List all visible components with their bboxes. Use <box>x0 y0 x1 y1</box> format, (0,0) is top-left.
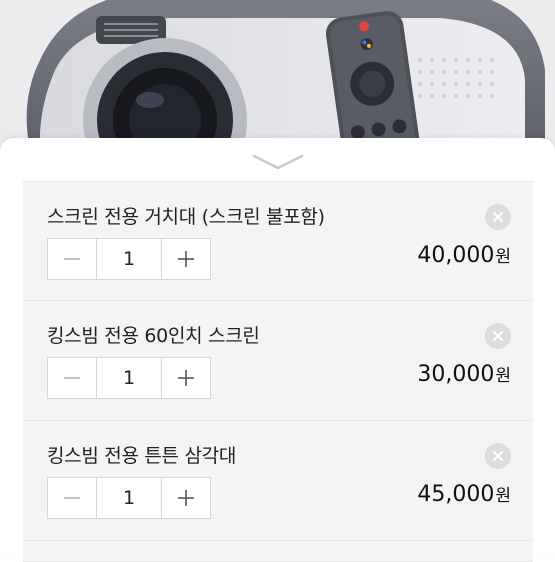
remove-option-button[interactable] <box>485 443 511 469</box>
minus-icon <box>64 258 80 260</box>
minus-icon <box>64 377 80 379</box>
option-sheet: 스크린 전용 거치대 (스크린 불포함) 1 40,000원 킹스빔 전용 60… <box>0 138 555 562</box>
plus-icon <box>178 370 194 386</box>
option-name: 킹스빔 전용 튼튼 삼각대 <box>47 445 237 467</box>
option-price: 30,000원 <box>417 361 511 387</box>
selected-option-item: 스크린 전용 거치대 (스크린 불포함) 1 40,000원 <box>23 181 533 301</box>
option-name: 스크린 전용 거치대 (스크린 불포함) <box>47 206 325 228</box>
chevron-down-icon[interactable] <box>252 150 304 174</box>
close-icon <box>493 212 503 222</box>
price-amount: 30,000 <box>417 362 495 387</box>
increase-quantity-button[interactable] <box>162 239 210 279</box>
plus-icon <box>178 251 194 267</box>
price-amount: 40,000 <box>417 243 495 268</box>
product-image <box>0 0 555 150</box>
remove-option-button[interactable] <box>485 323 511 349</box>
decrease-quantity-button[interactable] <box>48 478 96 518</box>
plus-icon <box>178 490 194 506</box>
option-price: 40,000원 <box>417 242 511 268</box>
selected-option-item: 킹스빔 전용 60인치 스크린 1 30,000원 <box>23 301 533 421</box>
increase-quantity-button[interactable] <box>162 478 210 518</box>
option-price: 45,000원 <box>417 481 511 507</box>
quantity-value[interactable]: 1 <box>96 239 162 279</box>
quantity-stepper: 1 <box>47 238 211 280</box>
close-icon <box>493 451 503 461</box>
option-name: 킹스빔 전용 60인치 스크린 <box>47 325 260 347</box>
quantity-stepper: 1 <box>47 357 211 399</box>
selected-options-list: 스크린 전용 거치대 (스크린 불포함) 1 40,000원 킹스빔 전용 60… <box>23 181 533 562</box>
decrease-quantity-button[interactable] <box>48 358 96 398</box>
close-icon <box>493 331 503 341</box>
price-amount: 45,000 <box>417 482 495 507</box>
selected-option-item: 킹스빔 전용 튼튼 삼각대 1 45,000원 <box>23 421 533 541</box>
quantity-value[interactable]: 1 <box>96 358 162 398</box>
increase-quantity-button[interactable] <box>162 358 210 398</box>
currency-unit: 원 <box>495 366 511 386</box>
quantity-value[interactable]: 1 <box>96 478 162 518</box>
remove-option-button[interactable] <box>485 204 511 230</box>
minus-icon <box>64 497 80 499</box>
selected-option-item <box>23 541 533 562</box>
currency-unit: 원 <box>495 486 511 506</box>
quantity-stepper: 1 <box>47 477 211 519</box>
decrease-quantity-button[interactable] <box>48 239 96 279</box>
currency-unit: 원 <box>495 247 511 267</box>
